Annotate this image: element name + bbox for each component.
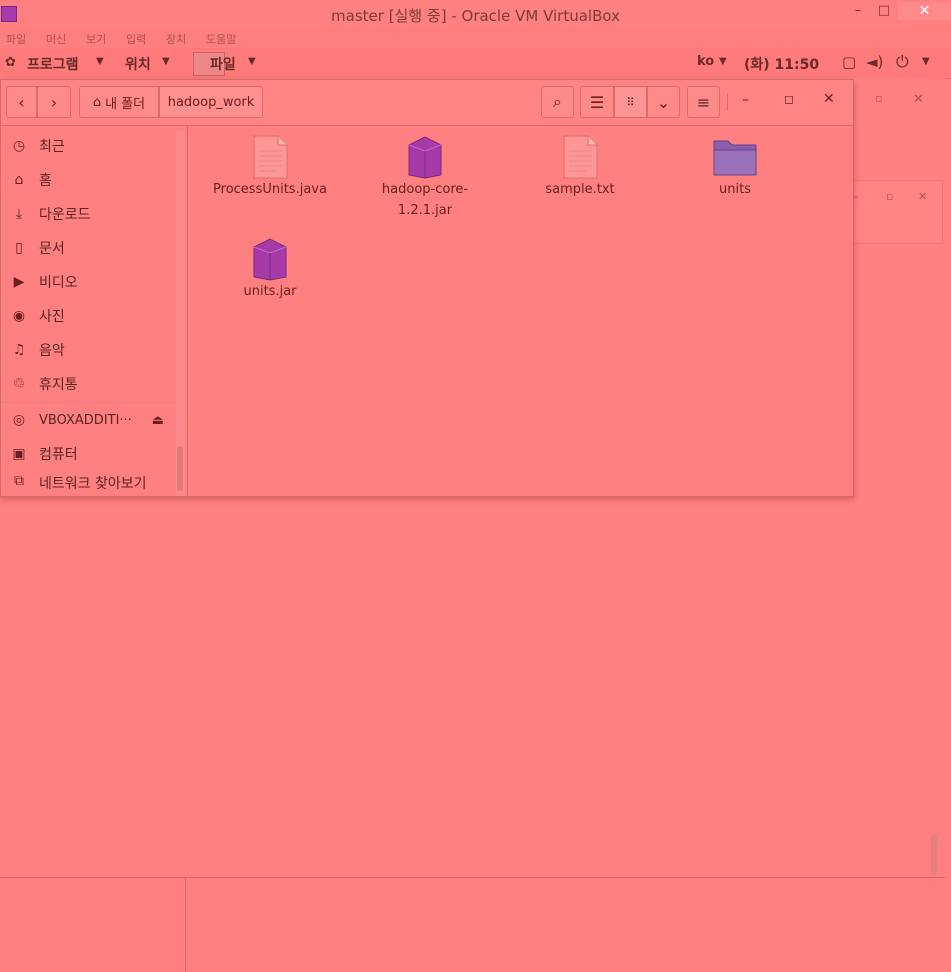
network-icon: ⧉ <box>14 473 24 489</box>
language-indicator[interactable]: ko <box>697 54 714 69</box>
applications-menu[interactable]: 프로그램 <box>27 54 79 74</box>
sidebar-scrollbar[interactable] <box>176 131 185 496</box>
sidebar-item-documents[interactable]: ▯ 문서 <box>1 231 176 265</box>
home-icon: ⌂ <box>14 172 24 188</box>
sidebar-item-pictures[interactable]: ◉ 사진 <box>1 299 176 333</box>
header-separator <box>727 93 728 111</box>
volume-icon[interactable]: ◄) <box>866 53 883 71</box>
minimize-window-button[interactable]: – <box>848 2 868 20</box>
home-icon: ⌂ <box>92 94 102 110</box>
bg2-maximize-icon: ▫ <box>886 190 894 203</box>
list-view-button[interactable]: ☰ <box>580 86 614 118</box>
text-file-icon <box>563 135 598 179</box>
list-icon: ☰ <box>589 92 605 112</box>
gnome-foot-icon: ✿ <box>5 55 16 70</box>
bg-close-icon: ✕ <box>913 92 924 107</box>
menu-button[interactable]: ≡ <box>687 86 720 118</box>
window-menu[interactable]: 파일 <box>210 54 236 74</box>
menu-machine[interactable]: 머신 <box>46 31 66 47</box>
video-icon: ▶ <box>13 274 25 290</box>
file-item[interactable]: units.jar <box>200 237 340 302</box>
document-icon: ▯ <box>15 240 23 256</box>
background-divider <box>185 877 186 972</box>
search-icon: ⌕ <box>553 92 562 111</box>
menu-input[interactable]: 입력 <box>126 31 146 47</box>
sidebar-item-home[interactable]: ⌂ 홈 <box>1 163 176 197</box>
chevron-down-icon: ▼ <box>162 56 170 67</box>
file-item[interactable]: hadoop-core-1.2.1.jar <box>355 135 495 221</box>
sidebar-scrollbar-thumb[interactable] <box>177 446 183 491</box>
forward-button[interactable]: › <box>37 86 71 118</box>
sidebar-item-trash[interactable]: ♲ 휴지통 <box>1 367 176 401</box>
file-item[interactable]: sample.txt <box>510 135 650 200</box>
background-scrollbar[interactable] <box>931 835 937 875</box>
sidebar-item-vboxadditions[interactable]: ◎ VBOXADDITI··· ⏏ <box>1 403 176 437</box>
computer-icon: ▣ <box>12 446 26 462</box>
menu-help[interactable]: 도움말 <box>206 31 236 47</box>
chevron-down-icon: ⌄ <box>656 92 671 112</box>
hamburger-menu-icon: ≡ <box>696 92 711 112</box>
back-button[interactable]: ‹ <box>6 86 37 118</box>
file-item[interactable]: ProcessUnits.java <box>200 135 340 200</box>
maximize-window-button[interactable]: □ <box>874 2 894 20</box>
close-icon[interactable]: ✕ <box>823 91 835 107</box>
sidebar-item-videos[interactable]: ▶ 비디오 <box>1 265 176 299</box>
file-manager-window: ‹ › ⌂ 내 폴더 hadoop_work ⌕ ☰ ⠿ ⌄ ≡ – ◻ ✕ ◷ 최… <box>0 79 854 497</box>
sidebar-item-recent[interactable]: ◷ 최근 <box>1 129 176 163</box>
file-manager-header: ‹ › ⌂ 내 폴더 hadoop_work ⌕ ☰ ⠿ ⌄ ≡ – ◻ ✕ <box>1 80 853 126</box>
sidebar-item-downloads[interactable]: ⤓ 다운로드 <box>1 197 176 231</box>
menu-view[interactable]: 보기 <box>86 31 106 47</box>
disc-icon: ◎ <box>12 412 26 428</box>
sidebar-item-computer[interactable]: ▣ 컴퓨터 <box>1 437 176 471</box>
places-menu[interactable]: 위치 <box>125 54 151 74</box>
camera-icon: ◉ <box>12 308 26 324</box>
maximize-icon[interactable]: ◻ <box>784 92 794 106</box>
chevron-down-icon: ▼ <box>248 56 256 67</box>
chevron-down-icon: ▼ <box>96 56 104 67</box>
view-options-button[interactable]: ⌄ <box>647 86 680 118</box>
menu-file[interactable]: 파일 <box>6 31 26 47</box>
bg2-close-icon: ✕ <box>918 190 928 203</box>
close-window-button[interactable]: ✕ <box>898 2 951 20</box>
folder-icon <box>713 140 757 176</box>
download-icon: ⤓ <box>15 206 23 222</box>
trash-icon: ♲ <box>12 376 26 392</box>
text-file-icon <box>253 135 288 179</box>
power-icon[interactable]: ⏻ <box>896 52 909 72</box>
jar-archive-icon <box>408 136 442 179</box>
sidebar-item-network[interactable]: ⧉ 네트워크 찾아보기 <box>1 471 176 498</box>
accessibility-icon[interactable]: ▢ <box>842 53 856 71</box>
breadcrumb-current[interactable]: hadoop_work <box>159 86 263 118</box>
grid-icon: ⠿ <box>626 95 635 109</box>
chevron-left-icon: ‹ <box>18 92 25 112</box>
search-button[interactable]: ⌕ <box>541 86 574 118</box>
jar-archive-icon <box>253 238 287 281</box>
breadcrumb-home[interactable]: ⌂ 내 폴더 <box>79 86 159 118</box>
window-title: master [실행 중] - Oracle VM VirtualBox <box>331 7 620 25</box>
eject-icon[interactable]: ⏏ <box>152 413 164 428</box>
minimize-icon[interactable]: – <box>742 92 749 108</box>
recent-icon: ◷ <box>12 138 26 154</box>
chevron-right-icon: › <box>50 92 58 112</box>
clock[interactable]: (화) 11:50 <box>744 54 819 74</box>
file-item[interactable]: units <box>665 135 805 200</box>
places-sidebar: ◷ 최근 ⌂ 홈 ⤓ 다운로드 ▯ 문서 ▶ 비디오 ◉ 사진 ♫ 음악 ♲ 휴지통 ◎ VBOX… <box>1 126 188 496</box>
menu-devices[interactable]: 장치 <box>166 31 186 47</box>
bg-maximize-icon: ▫ <box>875 92 883 105</box>
music-icon: ♫ <box>12 342 26 358</box>
grid-view-button[interactable]: ⠿ <box>614 86 647 118</box>
chevron-down-icon: ▼ <box>719 56 727 67</box>
background-window-2 <box>853 180 943 244</box>
sidebar-item-music[interactable]: ♫ 음악 <box>1 333 176 367</box>
chevron-down-icon: ▼ <box>922 56 930 67</box>
